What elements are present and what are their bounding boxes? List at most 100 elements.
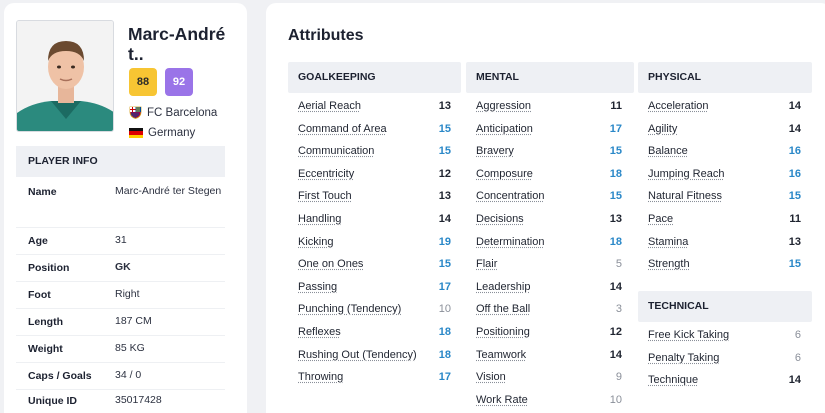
attribute-row-goalkeeping[interactable]: One on Ones 15 xyxy=(298,256,451,274)
attribute-row-mental[interactable]: Bravery 15 xyxy=(476,143,622,161)
attribute-label[interactable]: Pace xyxy=(648,213,673,225)
attribute-row-mental[interactable]: Anticipation 17 xyxy=(476,121,622,139)
attribute-label[interactable]: Anticipation xyxy=(476,123,533,135)
info-row-weight: Weight 85 KG xyxy=(16,336,225,363)
attribute-row-goalkeeping[interactable]: Throwing 17 xyxy=(298,369,451,387)
attribute-row-mental[interactable]: Concentration 15 xyxy=(476,188,622,206)
attribute-value: 12 xyxy=(610,326,622,338)
attribute-label[interactable]: Stamina xyxy=(648,236,688,248)
info-value: GK xyxy=(115,257,225,278)
club-row[interactable]: FC Barcelona xyxy=(129,106,217,119)
attribute-value: 14 xyxy=(789,374,801,386)
attribute-row-mental[interactable]: Positioning 12 xyxy=(476,324,622,342)
attribute-value: 15 xyxy=(610,190,622,202)
attribute-row-mental[interactable]: Decisions 13 xyxy=(476,211,622,229)
attribute-label[interactable]: Handling xyxy=(298,213,341,225)
attribute-value: 14 xyxy=(610,349,622,361)
attribute-row-goalkeeping[interactable]: Reflexes 18 xyxy=(298,324,451,342)
attribute-row-mental[interactable]: Teamwork 14 xyxy=(476,347,622,365)
attribute-value: 12 xyxy=(439,168,451,180)
info-row-unique-id: Unique ID 35017428 xyxy=(16,390,225,413)
attribute-label[interactable]: Acceleration xyxy=(648,100,709,112)
player-name: Marc-André t.. xyxy=(128,24,238,64)
attribute-row-goalkeeping[interactable]: Handling 14 xyxy=(298,211,451,229)
attribute-label[interactable]: Natural Fitness xyxy=(648,190,722,202)
attribute-row-physical[interactable]: Jumping Reach 16 xyxy=(648,166,801,184)
attribute-label[interactable]: First Touch xyxy=(298,190,352,202)
attribute-row-goalkeeping[interactable]: First Touch 13 xyxy=(298,188,451,206)
attribute-label[interactable]: Aggression xyxy=(476,100,531,112)
player-info-heading: PLAYER INFO xyxy=(16,146,225,177)
attribute-value: 13 xyxy=(610,213,622,225)
attribute-label[interactable]: Punching (Tendency) xyxy=(298,303,401,315)
potential-ability-badge: 92 xyxy=(165,68,193,96)
attribute-value: 15 xyxy=(439,258,451,270)
attribute-label[interactable]: Determination xyxy=(476,236,544,248)
attribute-label[interactable]: Teamwork xyxy=(476,349,526,361)
info-value: 85 KG xyxy=(115,338,225,359)
attribute-label[interactable]: Work Rate xyxy=(476,394,528,406)
attribute-row-physical[interactable]: Acceleration 14 xyxy=(648,98,801,116)
attribute-value: 16 xyxy=(789,168,801,180)
attribute-label[interactable]: Off the Ball xyxy=(476,303,530,315)
attribute-label[interactable]: Vision xyxy=(476,371,506,383)
attribute-label[interactable]: Command of Area xyxy=(298,123,387,135)
attribute-label[interactable]: Reflexes xyxy=(298,326,341,338)
attribute-row-physical[interactable]: Stamina 13 xyxy=(648,234,801,252)
attribute-row-technical[interactable]: Penalty Taking 6 xyxy=(648,350,801,368)
attribute-row-goalkeeping[interactable]: Communication 15 xyxy=(298,143,451,161)
attribute-value: 11 xyxy=(789,213,801,225)
attribute-label[interactable]: Balance xyxy=(648,145,688,157)
attribute-label[interactable]: Free Kick Taking xyxy=(648,329,729,341)
attribute-label[interactable]: Eccentricity xyxy=(298,168,354,180)
attribute-label[interactable]: Penalty Taking xyxy=(648,352,719,364)
attribute-label[interactable]: Positioning xyxy=(476,326,530,338)
attribute-row-physical[interactable]: Strength 15 xyxy=(648,256,801,274)
attribute-row-goalkeeping[interactable]: Passing 17 xyxy=(298,279,451,297)
nation-row[interactable]: Germany xyxy=(129,127,195,139)
attribute-row-mental[interactable]: Vision 9 xyxy=(476,369,622,387)
attribute-row-goalkeeping[interactable]: Command of Area 15 xyxy=(298,121,451,139)
attribute-label[interactable]: Concentration xyxy=(476,190,545,202)
attribute-label[interactable]: Strength xyxy=(648,258,690,270)
attribute-label[interactable]: Bravery xyxy=(476,145,514,157)
attribute-row-goalkeeping[interactable]: Rushing Out (Tendency) 18 xyxy=(298,347,451,365)
attribute-value: 18 xyxy=(610,168,622,180)
attribute-row-mental[interactable]: Flair 5 xyxy=(476,256,622,274)
attribute-row-mental[interactable]: Determination 18 xyxy=(476,234,622,252)
attribute-label[interactable]: Throwing xyxy=(298,371,343,383)
attribute-row-mental[interactable]: Work Rate 10 xyxy=(476,392,622,410)
attribute-row-goalkeeping[interactable]: Punching (Tendency) 10 xyxy=(298,301,451,319)
attribute-row-physical[interactable]: Natural Fitness 15 xyxy=(648,188,801,206)
attribute-label[interactable]: Flair xyxy=(476,258,497,270)
attribute-label[interactable]: Decisions xyxy=(476,213,524,225)
attribute-label[interactable]: Jumping Reach xyxy=(648,168,724,180)
attribute-label[interactable]: Technique xyxy=(648,374,698,386)
attribute-row-mental[interactable]: Off the Ball 3 xyxy=(476,301,622,319)
attribute-label[interactable]: One on Ones xyxy=(298,258,363,270)
attribute-label[interactable]: Aerial Reach xyxy=(298,100,361,112)
attribute-label[interactable]: Kicking xyxy=(298,236,333,248)
attribute-label[interactable]: Passing xyxy=(298,281,337,293)
attribute-label[interactable]: Communication xyxy=(298,145,374,157)
attribute-row-mental[interactable]: Composure 18 xyxy=(476,166,622,184)
attribute-row-physical[interactable]: Pace 11 xyxy=(648,211,801,229)
attribute-row-physical[interactable]: Balance 16 xyxy=(648,143,801,161)
attribute-row-technical[interactable]: Technique 14 xyxy=(648,372,801,390)
attribute-row-physical[interactable]: Agility 14 xyxy=(648,121,801,139)
attribute-label[interactable]: Leadership xyxy=(476,281,530,293)
attribute-row-goalkeeping[interactable]: Aerial Reach 13 xyxy=(298,98,451,116)
attribute-row-goalkeeping[interactable]: Eccentricity 12 xyxy=(298,166,451,184)
attribute-value: 15 xyxy=(439,123,451,135)
attribute-value: 9 xyxy=(616,371,622,383)
attribute-row-technical[interactable]: Free Kick Taking 6 xyxy=(648,327,801,345)
info-value: 34 / 0 xyxy=(115,365,225,386)
info-row-caps-goals: Caps / Goals 34 / 0 xyxy=(16,363,225,390)
attribute-label[interactable]: Rushing Out (Tendency) xyxy=(298,349,417,361)
attribute-label[interactable]: Composure xyxy=(476,168,533,180)
attribute-label[interactable]: Agility xyxy=(648,123,677,135)
attribute-row-goalkeeping[interactable]: Kicking 19 xyxy=(298,234,451,252)
info-key: Age xyxy=(28,235,48,247)
attribute-row-mental[interactable]: Leadership 14 xyxy=(476,279,622,297)
attribute-row-mental[interactable]: Aggression 11 xyxy=(476,98,622,116)
